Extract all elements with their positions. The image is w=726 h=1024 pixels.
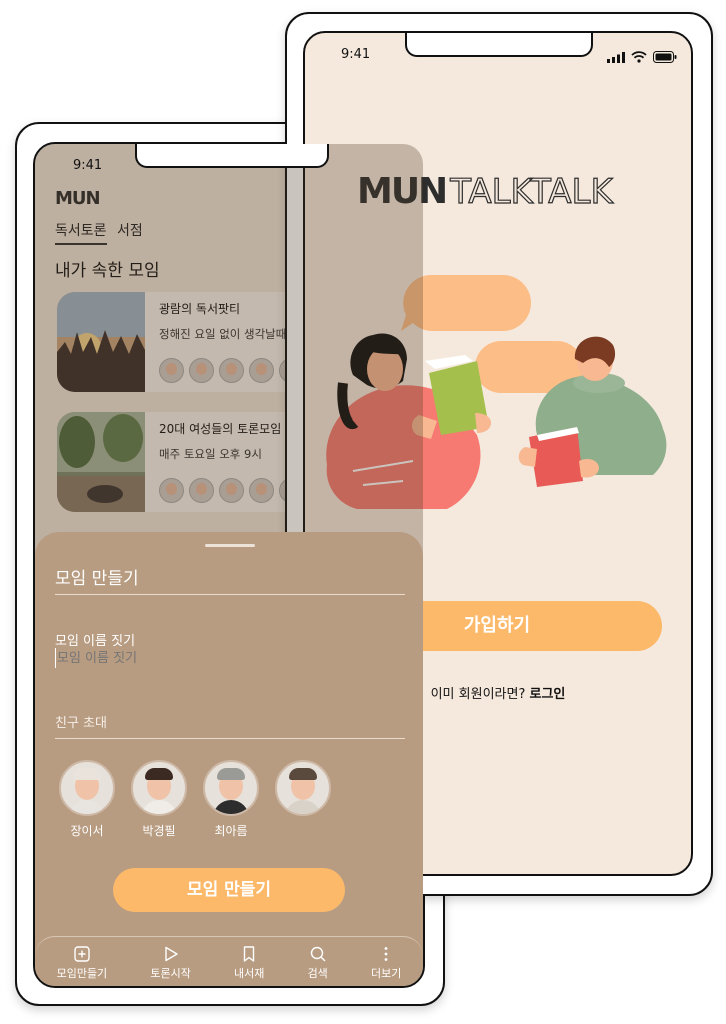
search-icon — [310, 946, 326, 962]
bookmark-icon — [244, 946, 255, 962]
login-link[interactable]: 로그인 — [530, 687, 566, 702]
sheet-title: 모임 만들기 — [55, 569, 139, 589]
group-name-label: 모임 이름 짓기 — [55, 634, 136, 649]
nav-label: 더보기 — [370, 967, 402, 980]
invite-friends-label: 친구 초대 — [55, 716, 107, 731]
friend-item[interactable]: 최아름 — [203, 760, 259, 839]
friend-item[interactable]: 장이서 — [59, 760, 115, 839]
friend-item[interactable]: 박경필 — [131, 760, 187, 839]
divider — [55, 738, 405, 739]
create-group-button[interactable]: 모임 만들기 — [113, 868, 345, 912]
plus-square-icon — [74, 946, 90, 962]
avatar — [131, 760, 187, 816]
more-vertical-icon — [384, 947, 388, 961]
back-phone-notch — [135, 144, 329, 168]
bottom-nav: 모임만들기 토론시작 내서재 검색 더보기 — [35, 936, 423, 986]
nav-label: 토론시작 — [150, 967, 191, 980]
status-time: 9:41 — [73, 158, 103, 173]
play-icon — [164, 946, 178, 962]
friend-name: 최아름 — [214, 824, 248, 838]
login-prompt: 이미 회원이라면? — [430, 687, 526, 702]
friend-name: 박경필 — [142, 824, 176, 838]
signal-icon — [607, 51, 625, 63]
nav-label: 모임만들기 — [56, 967, 108, 980]
avatar — [59, 760, 115, 816]
status-time: 9:41 — [341, 47, 371, 62]
avatar — [275, 760, 331, 816]
logo-text: TALKTALK — [450, 171, 614, 212]
front-phone-notch — [405, 33, 593, 57]
group-name-input[interactable] — [55, 648, 307, 668]
wifi-icon — [631, 51, 647, 63]
friend-name: 장이서 — [70, 824, 104, 838]
nav-item-search[interactable]: 검색 — [307, 937, 328, 986]
nav-item-create[interactable]: 모임만들기 — [56, 937, 108, 986]
battery-icon — [653, 51, 677, 63]
nav-item-start[interactable]: 토론시작 — [150, 937, 191, 986]
status-icons — [607, 51, 677, 63]
sheet-handle[interactable] — [205, 544, 255, 547]
avatar — [203, 760, 259, 816]
back-phone-screen: 9:41 MUN 독서토론 서점 내가 속한 모임 광람의 독서팟티 정해진 요… — [33, 142, 425, 988]
create-group-sheet: 모임 만들기 모임 이름 짓기 친구 초대 장이서 박경필 — [35, 532, 423, 986]
nav-label: 내서재 — [234, 967, 265, 980]
nav-item-more[interactable]: 더보기 — [370, 937, 402, 986]
nav-label: 검색 — [307, 967, 328, 980]
friend-item[interactable] — [275, 760, 331, 816]
nav-item-library[interactable]: 내서재 — [234, 937, 265, 986]
divider — [55, 594, 405, 595]
